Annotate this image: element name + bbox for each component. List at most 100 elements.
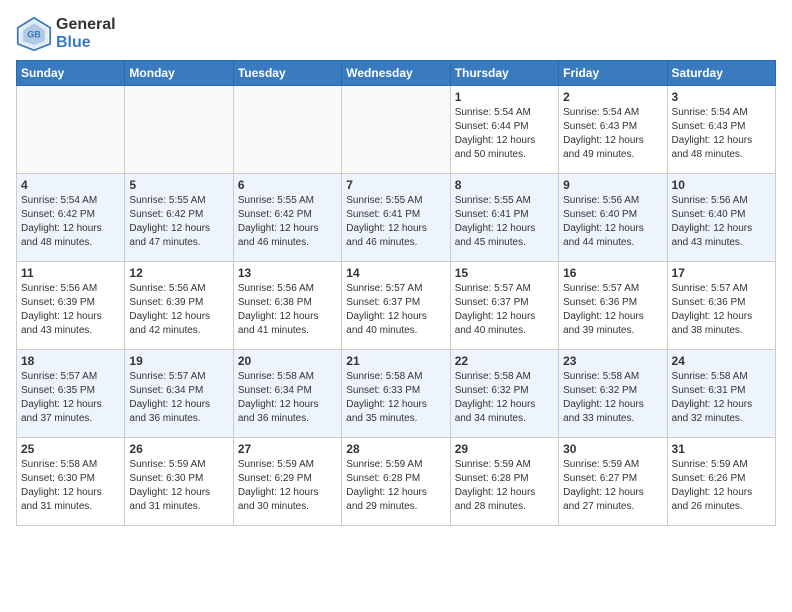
- day-info: Sunrise: 5:57 AM Sunset: 6:34 PM Dayligh…: [129, 370, 228, 426]
- day-number: 27: [238, 442, 337, 456]
- day-number: 18: [21, 354, 120, 368]
- day-info: Sunrise: 5:56 AM Sunset: 6:38 PM Dayligh…: [238, 282, 337, 338]
- day-info: Sunrise: 5:55 AM Sunset: 6:42 PM Dayligh…: [129, 194, 228, 250]
- day-info: Sunrise: 5:57 AM Sunset: 6:37 PM Dayligh…: [455, 282, 554, 338]
- day-number: 9: [563, 178, 662, 192]
- calendar-cell: 29 Sunrise: 5:59 AM Sunset: 6:28 PM Dayli…: [450, 438, 558, 526]
- day-info: Sunrise: 5:56 AM Sunset: 6:40 PM Dayligh…: [563, 194, 662, 250]
- day-number: 25: [21, 442, 120, 456]
- day-number: 21: [346, 354, 445, 368]
- calendar-cell: 15 Sunrise: 5:57 AM Sunset: 6:37 PM Dayli…: [450, 262, 558, 350]
- day-number: 20: [238, 354, 337, 368]
- day-number: 1: [455, 90, 554, 104]
- calendar-cell: [17, 86, 125, 174]
- day-info: Sunrise: 5:54 AM Sunset: 6:44 PM Dayligh…: [455, 106, 554, 162]
- logo-text: General Blue: [56, 16, 116, 52]
- col-header-wednesday: Wednesday: [342, 61, 450, 86]
- day-info: Sunrise: 5:57 AM Sunset: 6:37 PM Dayligh…: [346, 282, 445, 338]
- col-header-monday: Monday: [125, 61, 233, 86]
- logo: GB General Blue: [16, 16, 116, 52]
- day-number: 13: [238, 266, 337, 280]
- calendar-cell: 16 Sunrise: 5:57 AM Sunset: 6:36 PM Dayli…: [559, 262, 667, 350]
- calendar-cell: 13 Sunrise: 5:56 AM Sunset: 6:38 PM Dayli…: [233, 262, 341, 350]
- day-info: Sunrise: 5:54 AM Sunset: 6:43 PM Dayligh…: [563, 106, 662, 162]
- day-number: 24: [672, 354, 771, 368]
- calendar-cell: 18 Sunrise: 5:57 AM Sunset: 6:35 PM Dayli…: [17, 350, 125, 438]
- day-info: Sunrise: 5:54 AM Sunset: 6:43 PM Dayligh…: [672, 106, 771, 162]
- day-info: Sunrise: 5:59 AM Sunset: 6:28 PM Dayligh…: [455, 458, 554, 514]
- calendar-cell: 2 Sunrise: 5:54 AM Sunset: 6:43 PM Daylig…: [559, 86, 667, 174]
- day-info: Sunrise: 5:58 AM Sunset: 6:32 PM Dayligh…: [563, 370, 662, 426]
- col-header-saturday: Saturday: [667, 61, 775, 86]
- day-number: 6: [238, 178, 337, 192]
- day-info: Sunrise: 5:58 AM Sunset: 6:33 PM Dayligh…: [346, 370, 445, 426]
- day-info: Sunrise: 5:57 AM Sunset: 6:35 PM Dayligh…: [21, 370, 120, 426]
- day-number: 16: [563, 266, 662, 280]
- calendar-cell: 14Sunrise: 5:57 AM Sunset: 6:37 PM Dayli…: [342, 262, 450, 350]
- page-header: GB General Blue: [16, 16, 776, 52]
- day-info: Sunrise: 5:57 AM Sunset: 6:36 PM Dayligh…: [672, 282, 771, 338]
- calendar-table: SundayMondayTuesdayWednesdayThursdayFrid…: [16, 60, 776, 526]
- logo-icon: GB: [16, 16, 52, 52]
- calendar-week-row: 11Sunrise: 5:56 AM Sunset: 6:39 PM Dayli…: [17, 262, 776, 350]
- calendar-cell: 10 Sunrise: 5:56 AM Sunset: 6:40 PM Dayli…: [667, 174, 775, 262]
- day-info: Sunrise: 5:58 AM Sunset: 6:30 PM Dayligh…: [21, 458, 120, 514]
- calendar-cell: 30 Sunrise: 5:59 AM Sunset: 6:27 PM Dayli…: [559, 438, 667, 526]
- calendar-cell: [125, 86, 233, 174]
- calendar-cell: 11Sunrise: 5:56 AM Sunset: 6:39 PM Dayli…: [17, 262, 125, 350]
- col-header-tuesday: Tuesday: [233, 61, 341, 86]
- day-number: 30: [563, 442, 662, 456]
- calendar-header-row: SundayMondayTuesdayWednesdayThursdayFrid…: [17, 61, 776, 86]
- calendar-week-row: 18 Sunrise: 5:57 AM Sunset: 6:35 PM Dayli…: [17, 350, 776, 438]
- calendar-cell: 24 Sunrise: 5:58 AM Sunset: 6:31 PM Dayli…: [667, 350, 775, 438]
- day-number: 23: [563, 354, 662, 368]
- day-number: 29: [455, 442, 554, 456]
- calendar-cell: 5Sunrise: 5:55 AM Sunset: 6:42 PM Daylig…: [125, 174, 233, 262]
- day-info: Sunrise: 5:54 AM Sunset: 6:42 PM Dayligh…: [21, 194, 120, 250]
- day-number: 19: [129, 354, 228, 368]
- calendar-cell: 4 Sunrise: 5:54 AM Sunset: 6:42 PM Daylig…: [17, 174, 125, 262]
- day-info: Sunrise: 5:56 AM Sunset: 6:40 PM Dayligh…: [672, 194, 771, 250]
- calendar-cell: 8 Sunrise: 5:55 AM Sunset: 6:41 PM Daylig…: [450, 174, 558, 262]
- day-info: Sunrise: 5:58 AM Sunset: 6:34 PM Dayligh…: [238, 370, 337, 426]
- calendar-week-row: 25 Sunrise: 5:58 AM Sunset: 6:30 PM Dayli…: [17, 438, 776, 526]
- day-number: 28: [346, 442, 445, 456]
- day-info: Sunrise: 5:59 AM Sunset: 6:30 PM Dayligh…: [129, 458, 228, 514]
- calendar-week-row: 1 Sunrise: 5:54 AM Sunset: 6:44 PM Daylig…: [17, 86, 776, 174]
- calendar-cell: 31Sunrise: 5:59 AM Sunset: 6:26 PM Dayli…: [667, 438, 775, 526]
- svg-text:GB: GB: [27, 30, 41, 40]
- calendar-cell: 27 Sunrise: 5:59 AM Sunset: 6:29 PM Dayli…: [233, 438, 341, 526]
- day-info: Sunrise: 5:59 AM Sunset: 6:29 PM Dayligh…: [238, 458, 337, 514]
- day-number: 17: [672, 266, 771, 280]
- col-header-thursday: Thursday: [450, 61, 558, 86]
- day-number: 15: [455, 266, 554, 280]
- calendar-cell: 3 Sunrise: 5:54 AM Sunset: 6:43 PM Daylig…: [667, 86, 775, 174]
- calendar-cell: 9 Sunrise: 5:56 AM Sunset: 6:40 PM Daylig…: [559, 174, 667, 262]
- day-info: Sunrise: 5:59 AM Sunset: 6:28 PM Dayligh…: [346, 458, 445, 514]
- day-number: 10: [672, 178, 771, 192]
- calendar-cell: 28 Sunrise: 5:59 AM Sunset: 6:28 PM Dayli…: [342, 438, 450, 526]
- calendar-cell: 21 Sunrise: 5:58 AM Sunset: 6:33 PM Dayli…: [342, 350, 450, 438]
- calendar-cell: 7 Sunrise: 5:55 AM Sunset: 6:41 PM Daylig…: [342, 174, 450, 262]
- day-info: Sunrise: 5:59 AM Sunset: 6:27 PM Dayligh…: [563, 458, 662, 514]
- day-number: 8: [455, 178, 554, 192]
- calendar-cell: 26Sunrise: 5:59 AM Sunset: 6:30 PM Dayli…: [125, 438, 233, 526]
- calendar-cell: 12Sunrise: 5:56 AM Sunset: 6:39 PM Dayli…: [125, 262, 233, 350]
- calendar-cell: 22 Sunrise: 5:58 AM Sunset: 6:32 PM Dayli…: [450, 350, 558, 438]
- day-number: 3: [672, 90, 771, 104]
- calendar-cell: 19 Sunrise: 5:57 AM Sunset: 6:34 PM Dayli…: [125, 350, 233, 438]
- day-number: 2: [563, 90, 662, 104]
- day-number: 7: [346, 178, 445, 192]
- day-info: Sunrise: 5:55 AM Sunset: 6:41 PM Dayligh…: [455, 194, 554, 250]
- day-number: 31: [672, 442, 771, 456]
- day-number: 22: [455, 354, 554, 368]
- day-number: 4: [21, 178, 120, 192]
- day-info: Sunrise: 5:58 AM Sunset: 6:32 PM Dayligh…: [455, 370, 554, 426]
- day-info: Sunrise: 5:56 AM Sunset: 6:39 PM Dayligh…: [21, 282, 120, 338]
- day-info: Sunrise: 5:55 AM Sunset: 6:41 PM Dayligh…: [346, 194, 445, 250]
- day-info: Sunrise: 5:56 AM Sunset: 6:39 PM Dayligh…: [129, 282, 228, 338]
- calendar-cell: 6Sunrise: 5:55 AM Sunset: 6:42 PM Daylig…: [233, 174, 341, 262]
- day-info: Sunrise: 5:58 AM Sunset: 6:31 PM Dayligh…: [672, 370, 771, 426]
- col-header-sunday: Sunday: [17, 61, 125, 86]
- day-info: Sunrise: 5:57 AM Sunset: 6:36 PM Dayligh…: [563, 282, 662, 338]
